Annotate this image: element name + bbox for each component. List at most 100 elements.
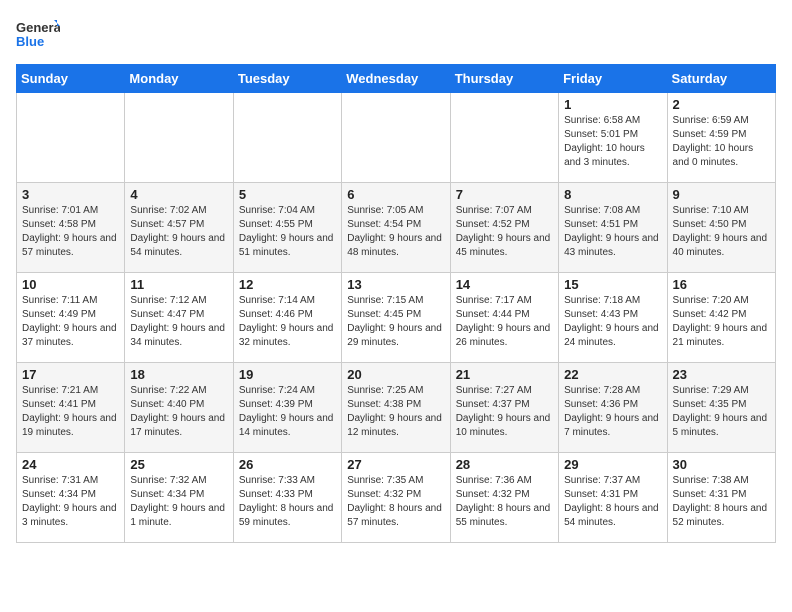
calendar-cell: 22 Sunrise: 7:28 AM Sunset: 4:36 PM Dayli…: [559, 363, 667, 453]
calendar-week-2: 3 Sunrise: 7:01 AM Sunset: 4:58 PM Daylig…: [17, 183, 776, 273]
day-number: 25: [130, 457, 227, 472]
calendar-cell: [450, 93, 558, 183]
day-info: Sunrise: 7:36 AM Sunset: 4:32 PM Dayligh…: [456, 474, 553, 530]
day-info: Sunrise: 7:33 AM Sunset: 4:33 PM Dayligh…: [239, 474, 336, 530]
logo-svg: General Blue: [16, 16, 60, 56]
calendar-cell: 1 Sunrise: 6:58 AM Sunset: 5:01 PM Daylig…: [559, 93, 667, 183]
day-number: 17: [22, 367, 119, 382]
svg-text:Blue: Blue: [16, 34, 44, 49]
calendar-week-4: 17 Sunrise: 7:21 AM Sunset: 4:41 PM Dayli…: [17, 363, 776, 453]
day-info: Sunrise: 7:25 AM Sunset: 4:38 PM Dayligh…: [347, 384, 444, 440]
day-info: Sunrise: 7:29 AM Sunset: 4:35 PM Dayligh…: [673, 384, 770, 440]
day-info: Sunrise: 7:07 AM Sunset: 4:52 PM Dayligh…: [456, 204, 553, 260]
header-saturday: Saturday: [667, 65, 775, 93]
day-info: Sunrise: 7:02 AM Sunset: 4:57 PM Dayligh…: [130, 204, 227, 260]
day-info: Sunrise: 7:01 AM Sunset: 4:58 PM Dayligh…: [22, 204, 119, 260]
day-info: Sunrise: 7:12 AM Sunset: 4:47 PM Dayligh…: [130, 294, 227, 350]
calendar-cell: 29 Sunrise: 7:37 AM Sunset: 4:31 PM Dayli…: [559, 453, 667, 543]
header-tuesday: Tuesday: [233, 65, 341, 93]
calendar-cell: 19 Sunrise: 7:24 AM Sunset: 4:39 PM Dayli…: [233, 363, 341, 453]
day-info: Sunrise: 7:31 AM Sunset: 4:34 PM Dayligh…: [22, 474, 119, 530]
calendar-cell: 10 Sunrise: 7:11 AM Sunset: 4:49 PM Dayli…: [17, 273, 125, 363]
calendar-cell: 6 Sunrise: 7:05 AM Sunset: 4:54 PM Daylig…: [342, 183, 450, 273]
day-info: Sunrise: 7:18 AM Sunset: 4:43 PM Dayligh…: [564, 294, 661, 350]
calendar-cell: 13 Sunrise: 7:15 AM Sunset: 4:45 PM Dayli…: [342, 273, 450, 363]
day-number: 2: [673, 97, 770, 112]
calendar-cell: 25 Sunrise: 7:32 AM Sunset: 4:34 PM Dayli…: [125, 453, 233, 543]
day-info: Sunrise: 7:14 AM Sunset: 4:46 PM Dayligh…: [239, 294, 336, 350]
day-number: 24: [22, 457, 119, 472]
calendar-cell: 12 Sunrise: 7:14 AM Sunset: 4:46 PM Dayli…: [233, 273, 341, 363]
calendar-cell: 4Sunrise: 7:02 AM Sunset: 4:57 PM Daylig…: [125, 183, 233, 273]
day-info: Sunrise: 7:37 AM Sunset: 4:31 PM Dayligh…: [564, 474, 661, 530]
day-info: Sunrise: 7:24 AM Sunset: 4:39 PM Dayligh…: [239, 384, 336, 440]
day-info: Sunrise: 7:32 AM Sunset: 4:34 PM Dayligh…: [130, 474, 227, 530]
calendar-header-row: SundayMondayTuesdayWednesdayThursdayFrid…: [17, 65, 776, 93]
day-number: 20: [347, 367, 444, 382]
calendar-cell: [17, 93, 125, 183]
day-number: 9: [673, 187, 770, 202]
calendar-cell: 27 Sunrise: 7:35 AM Sunset: 4:32 PM Dayli…: [342, 453, 450, 543]
day-number: 29: [564, 457, 661, 472]
logo: General Blue: [16, 16, 60, 56]
header-monday: Monday: [125, 65, 233, 93]
header-wednesday: Wednesday: [342, 65, 450, 93]
day-number: 11: [130, 277, 227, 292]
day-number: 16: [673, 277, 770, 292]
calendar-cell: 9 Sunrise: 7:10 AM Sunset: 4:50 PM Daylig…: [667, 183, 775, 273]
day-info: Sunrise: 6:58 AM Sunset: 5:01 PM Dayligh…: [564, 114, 661, 170]
day-info: Sunrise: 7:20 AM Sunset: 4:42 PM Dayligh…: [673, 294, 770, 350]
calendar-week-1: 1 Sunrise: 6:58 AM Sunset: 5:01 PM Daylig…: [17, 93, 776, 183]
calendar-cell: 16 Sunrise: 7:20 AM Sunset: 4:42 PM Dayli…: [667, 273, 775, 363]
page-header: General Blue: [16, 16, 776, 56]
day-number: 1: [564, 97, 661, 112]
header-sunday: Sunday: [17, 65, 125, 93]
header-friday: Friday: [559, 65, 667, 93]
calendar-cell: 28 Sunrise: 7:36 AM Sunset: 4:32 PM Dayli…: [450, 453, 558, 543]
day-info: Sunrise: 7:22 AM Sunset: 4:40 PM Dayligh…: [130, 384, 227, 440]
calendar-week-3: 10 Sunrise: 7:11 AM Sunset: 4:49 PM Dayli…: [17, 273, 776, 363]
day-number: 13: [347, 277, 444, 292]
day-info: Sunrise: 7:04 AM Sunset: 4:55 PM Dayligh…: [239, 204, 336, 260]
day-info: Sunrise: 7:38 AM Sunset: 4:31 PM Dayligh…: [673, 474, 770, 530]
day-number: 3: [22, 187, 119, 202]
day-info: Sunrise: 7:21 AM Sunset: 4:41 PM Dayligh…: [22, 384, 119, 440]
calendar-cell: 15Sunrise: 7:18 AM Sunset: 4:43 PM Dayli…: [559, 273, 667, 363]
day-info: Sunrise: 7:10 AM Sunset: 4:50 PM Dayligh…: [673, 204, 770, 260]
calendar-body: 1 Sunrise: 6:58 AM Sunset: 5:01 PM Daylig…: [17, 93, 776, 543]
day-number: 12: [239, 277, 336, 292]
day-number: 14: [456, 277, 553, 292]
day-info: Sunrise: 7:17 AM Sunset: 4:44 PM Dayligh…: [456, 294, 553, 350]
calendar-cell: 5Sunrise: 7:04 AM Sunset: 4:55 PM Daylig…: [233, 183, 341, 273]
day-info: Sunrise: 7:35 AM Sunset: 4:32 PM Dayligh…: [347, 474, 444, 530]
day-info: Sunrise: 7:28 AM Sunset: 4:36 PM Dayligh…: [564, 384, 661, 440]
calendar-week-5: 24 Sunrise: 7:31 AM Sunset: 4:34 PM Dayli…: [17, 453, 776, 543]
calendar-cell: 30 Sunrise: 7:38 AM Sunset: 4:31 PM Dayli…: [667, 453, 775, 543]
day-info: Sunrise: 7:27 AM Sunset: 4:37 PM Dayligh…: [456, 384, 553, 440]
day-number: 30: [673, 457, 770, 472]
day-number: 10: [22, 277, 119, 292]
calendar-cell: [125, 93, 233, 183]
calendar-cell: 14 Sunrise: 7:17 AM Sunset: 4:44 PM Dayli…: [450, 273, 558, 363]
calendar-cell: 18Sunrise: 7:22 AM Sunset: 4:40 PM Dayli…: [125, 363, 233, 453]
day-info: Sunrise: 7:05 AM Sunset: 4:54 PM Dayligh…: [347, 204, 444, 260]
day-number: 22: [564, 367, 661, 382]
calendar-cell: 8 Sunrise: 7:08 AM Sunset: 4:51 PM Daylig…: [559, 183, 667, 273]
day-number: 27: [347, 457, 444, 472]
header-thursday: Thursday: [450, 65, 558, 93]
day-number: 28: [456, 457, 553, 472]
calendar-table: SundayMondayTuesdayWednesdayThursdayFrid…: [16, 64, 776, 543]
calendar-cell: [233, 93, 341, 183]
day-number: 19: [239, 367, 336, 382]
day-info: Sunrise: 7:08 AM Sunset: 4:51 PM Dayligh…: [564, 204, 661, 260]
day-number: 8: [564, 187, 661, 202]
day-info: Sunrise: 7:11 AM Sunset: 4:49 PM Dayligh…: [22, 294, 119, 350]
calendar-cell: 24 Sunrise: 7:31 AM Sunset: 4:34 PM Dayli…: [17, 453, 125, 543]
calendar-cell: 21 Sunrise: 7:27 AM Sunset: 4:37 PM Dayli…: [450, 363, 558, 453]
day-number: 21: [456, 367, 553, 382]
calendar-cell: 11 Sunrise: 7:12 AM Sunset: 4:47 PM Dayli…: [125, 273, 233, 363]
day-info: Sunrise: 7:15 AM Sunset: 4:45 PM Dayligh…: [347, 294, 444, 350]
day-number: 6: [347, 187, 444, 202]
calendar-cell: 26Sunrise: 7:33 AM Sunset: 4:33 PM Dayli…: [233, 453, 341, 543]
svg-text:General: General: [16, 20, 60, 35]
